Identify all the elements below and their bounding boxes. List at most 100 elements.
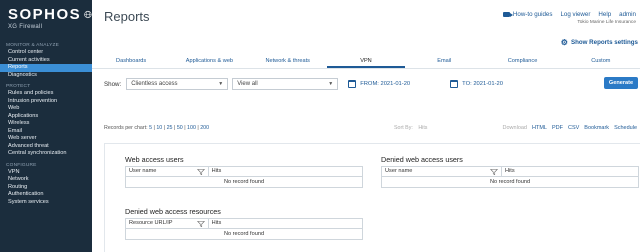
web-access-users-widget: Web access users User name Hits No recor… xyxy=(125,155,363,188)
column-user-name[interactable]: User name xyxy=(382,167,502,176)
access-type-value: Clientless access xyxy=(131,81,178,87)
column-resource-url[interactable]: Resource URL/IP xyxy=(126,219,209,228)
filter-icon[interactable] xyxy=(196,169,205,175)
sidebar-item-current-activities[interactable]: Current activities xyxy=(0,57,92,65)
calendar-icon xyxy=(450,80,459,88)
export-pdf-link[interactable]: PDF xyxy=(552,125,563,131)
calendar-icon xyxy=(348,80,357,88)
tab-email[interactable]: Email xyxy=(405,55,483,68)
sidebar-item-rules-policies[interactable]: Rules and policies xyxy=(0,90,92,98)
sidebar-item-wireless[interactable]: Wireless xyxy=(0,120,92,128)
table-header: User name Hits xyxy=(382,167,638,177)
sidebar-item-diagnostics[interactable]: Diagnostics xyxy=(0,72,92,80)
from-date-label: FROM: 2021-01-20 xyxy=(360,81,411,87)
nav-heading: CONFIGURE xyxy=(6,162,37,168)
show-reports-settings-link[interactable]: ⚙ Show Reports settings xyxy=(561,38,638,47)
sidebar-item-email[interactable]: Email xyxy=(0,128,92,136)
tab-applications-web[interactable]: Applications & web xyxy=(170,55,248,68)
column-user-name[interactable]: User name xyxy=(126,167,209,176)
how-to-guides-link[interactable]: How-to guides xyxy=(502,11,553,18)
nav-section-monitor: MONITOR & ANALYZE Control center Current… xyxy=(0,41,92,79)
view-value: View all xyxy=(237,81,258,87)
log-viewer-link[interactable]: Log viewer xyxy=(560,11,590,18)
filter-bar: Show: Clientless access ▼ View all ▼ FRO… xyxy=(104,77,640,91)
tab-dashboards[interactable]: Dashboards xyxy=(92,55,170,68)
records-option-100[interactable]: 100 xyxy=(187,125,196,131)
nav-section-configure: CONFIGURE VPN Network Routing Authentica… xyxy=(0,161,92,207)
bookmark-link[interactable]: Bookmark xyxy=(584,125,609,131)
nav-heading: PROTECT xyxy=(6,84,31,89)
gear-icon: ⚙ xyxy=(560,38,568,47)
how-to-guides-label: How-to guides xyxy=(512,11,553,18)
sidebar-item-applications[interactable]: Applications xyxy=(0,113,92,121)
sidebar-item-routing[interactable]: Routing xyxy=(0,184,92,192)
settings-label: Show Reports settings xyxy=(570,39,638,46)
sidebar-item-intrusion-prevention[interactable]: Intrusion prevention xyxy=(0,98,92,106)
show-label: Show: xyxy=(104,80,122,88)
records-option-5[interactable]: 5 xyxy=(149,125,152,131)
brand[interactable]: SOPHOS XG Firewall xyxy=(0,0,92,38)
widget-title: Denied web access resources xyxy=(125,207,221,216)
tab-vpn[interactable]: VPN xyxy=(326,55,406,68)
globe-icon xyxy=(84,10,92,19)
export-html-link[interactable]: HTML xyxy=(532,125,547,131)
column-label: User name xyxy=(385,168,413,174)
generate-button[interactable]: Generate xyxy=(604,77,638,89)
records-option-10[interactable]: 10 xyxy=(156,125,162,131)
column-label: Resource URL/IP xyxy=(129,220,173,226)
schedule-link[interactable]: Schedule xyxy=(614,125,637,131)
video-icon xyxy=(502,12,513,17)
records-option-25[interactable]: 25 xyxy=(167,125,173,131)
chevron-down-icon: ▼ xyxy=(328,81,334,87)
empty-state: No record found xyxy=(223,179,265,185)
top-links: How-to guides Log viewer Help admin xyxy=(502,11,636,18)
sidebar-item-authentication[interactable]: Authentication xyxy=(0,191,92,199)
export-csv-link[interactable]: CSV xyxy=(568,125,579,131)
sidebar-item-reports[interactable]: Reports xyxy=(0,64,92,72)
report-tabs: Dashboards Applications & web Network & … xyxy=(92,55,640,69)
nav-heading: MONITOR & ANALYZE xyxy=(6,43,60,48)
tab-compliance[interactable]: Compliance xyxy=(483,55,561,68)
records-option-200[interactable]: 200 xyxy=(200,125,209,131)
help-link[interactable]: Help xyxy=(598,11,611,18)
tab-network-threats[interactable]: Network & threats xyxy=(249,55,327,68)
widget-title: Web access users xyxy=(125,155,184,164)
sidebar-item-control-center[interactable]: Control center xyxy=(0,49,92,57)
view-select[interactable]: View all ▼ xyxy=(232,78,339,90)
to-date-label: TO: 2021-01-20 xyxy=(462,81,503,87)
to-date-picker[interactable]: TO: 2021-01-20 xyxy=(450,80,503,88)
column-hits[interactable]: Hits xyxy=(502,167,638,176)
sidebar-item-web[interactable]: Web xyxy=(0,105,92,113)
sidebar-item-central-sync[interactable]: Central synchronization xyxy=(0,150,92,158)
brand-logo: SOPHOS xyxy=(8,6,82,23)
widget-title: Denied web access users xyxy=(381,155,463,164)
sidebar-item-system-services[interactable]: System services xyxy=(0,199,92,207)
sidebar-item-advanced-threat[interactable]: Advanced threat xyxy=(0,143,92,151)
access-type-select[interactable]: Clientless access ▼ xyxy=(126,78,229,90)
report-panel: Web access users User name Hits No recor… xyxy=(104,143,640,252)
records-option-50[interactable]: 50 xyxy=(177,125,183,131)
user-menu[interactable]: admin xyxy=(619,11,636,18)
download-label: Download xyxy=(502,125,527,131)
sidebar-item-web-server[interactable]: Web server xyxy=(0,135,92,143)
denied-web-access-users-table: User name Hits No record found xyxy=(381,166,639,188)
product-name: XG Firewall xyxy=(8,24,43,30)
chevron-down-icon: ▼ xyxy=(218,81,224,87)
column-label: User name xyxy=(129,168,157,174)
empty-state: No record found xyxy=(223,231,265,237)
column-hits[interactable]: Hits xyxy=(209,219,362,228)
sort-by-label: Sort By: xyxy=(394,125,413,131)
sidebar: SOPHOS XG Firewall MONITOR & ANALYZE Con… xyxy=(0,0,92,252)
sort-by[interactable]: Sort By: Hits xyxy=(394,125,427,131)
sidebar-item-vpn[interactable]: VPN xyxy=(0,169,92,177)
filter-icon[interactable] xyxy=(490,169,498,175)
from-date-picker[interactable]: FROM: 2021-01-20 xyxy=(348,80,410,88)
sidebar-item-network[interactable]: Network xyxy=(0,176,92,184)
filter-icon[interactable] xyxy=(196,221,205,227)
table-header: User name Hits xyxy=(126,167,362,177)
tab-custom[interactable]: Custom xyxy=(562,55,640,68)
header: Reports How-to guides Log viewer Help ad… xyxy=(92,0,640,32)
nav-section-protect: PROTECT Rules and policies Intrusion pre… xyxy=(0,82,92,158)
column-hits[interactable]: Hits xyxy=(209,167,362,176)
denied-web-access-resources-table: Resource URL/IP Hits No record found xyxy=(125,218,363,240)
